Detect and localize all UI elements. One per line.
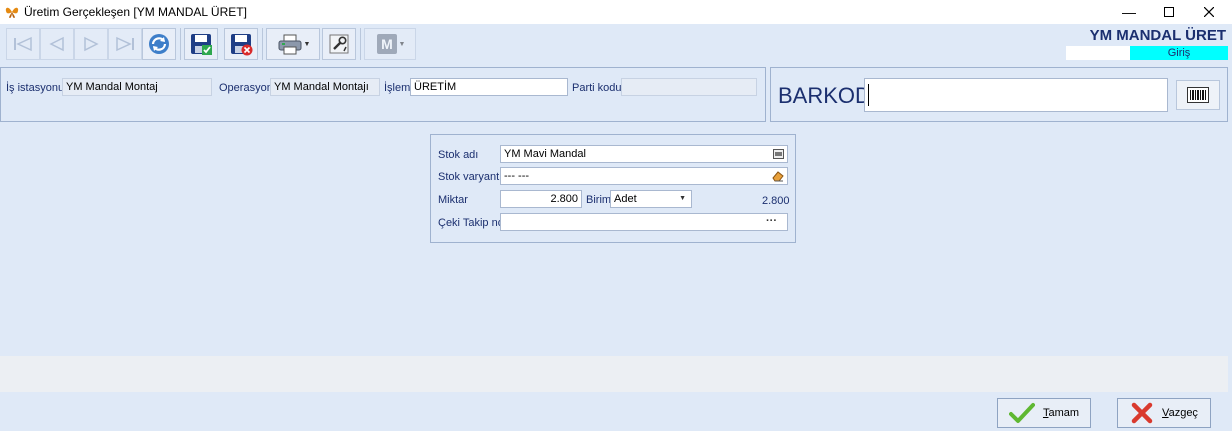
- next-icon: [84, 36, 99, 52]
- eraser-icon[interactable]: [772, 170, 784, 182]
- mode-label: Giriş: [1130, 46, 1228, 60]
- first-icon: [14, 36, 32, 52]
- stok-varyanti-value: --- ---: [504, 170, 530, 182]
- form-title: YM MANDAL ÜRET: [1089, 27, 1226, 44]
- print-icon: [278, 34, 302, 55]
- last-record-button[interactable]: [108, 28, 142, 60]
- stok-adi-field[interactable]: YM Mavi Mandal: [500, 145, 788, 163]
- settings-icon: [329, 34, 349, 54]
- stok-adi-value: YM Mavi Mandal: [504, 148, 586, 160]
- parti-kodu-field[interactable]: [621, 78, 757, 96]
- birim-select[interactable]: Adet ▼: [610, 190, 692, 208]
- chevron-down-icon: ▼: [679, 195, 686, 202]
- birim-label: Birim: [586, 194, 612, 206]
- window-title: Üretim Gerçekleşen [YM MANDAL ÜRET]: [24, 5, 247, 19]
- chevron-down-icon: ▼: [303, 40, 311, 48]
- barkod-label: BARKOD: [778, 83, 871, 108]
- ceki-takip-field[interactable]: ···: [500, 213, 788, 231]
- save-button[interactable]: [184, 28, 218, 60]
- miktar-total: 2.800: [762, 195, 790, 207]
- text-caret: [868, 84, 869, 106]
- last-icon: [116, 36, 134, 52]
- close-button[interactable]: [1186, 0, 1232, 24]
- ceki-takip-label: Çeki Takip no: [438, 217, 504, 229]
- cancel-button[interactable]: Vazgeç: [1117, 398, 1211, 428]
- refresh-button[interactable]: [142, 28, 176, 60]
- minimize-icon: —: [1122, 4, 1136, 20]
- barcode-button[interactable]: [1176, 80, 1220, 110]
- stok-varyanti-field[interactable]: --- ---: [500, 167, 788, 185]
- cancel-button-label: Vazgeç: [1162, 407, 1198, 419]
- settings-button[interactable]: [322, 28, 356, 60]
- butterfly-app-icon: [5, 7, 19, 18]
- islem-label: İşlem: [384, 82, 411, 94]
- ok-button-label: Tamam: [1042, 407, 1080, 419]
- next-record-button[interactable]: [74, 28, 108, 60]
- operasyon-label: Operasyon: [219, 82, 273, 94]
- refresh-icon: [149, 34, 169, 54]
- close-icon: [1204, 7, 1214, 17]
- first-record-button[interactable]: [6, 28, 40, 60]
- miktar-field[interactable]: 2.800: [500, 190, 582, 208]
- save-and-delete-button[interactable]: [224, 28, 258, 60]
- print-button[interactable]: ▼: [266, 28, 320, 60]
- barkod-input[interactable]: [864, 78, 1168, 112]
- check-icon: [1008, 403, 1035, 423]
- toolbar-separator: [180, 28, 181, 60]
- maximize-icon: [1164, 7, 1174, 17]
- save-icon: [191, 34, 212, 55]
- parti-kodu-label: Parti kodu: [572, 82, 622, 94]
- toolbar-separator: [360, 28, 361, 60]
- save-delete-icon: [231, 34, 253, 56]
- lookup-icon[interactable]: [773, 149, 784, 159]
- toolbar-separator: [262, 28, 263, 60]
- m-icon: M: [376, 34, 397, 54]
- stok-adi-label: Stok adı: [438, 149, 479, 161]
- islem-field[interactable]: ÜRETİM: [410, 78, 568, 96]
- mode-indicator: Giriş: [1066, 46, 1228, 60]
- svg-text:M: M: [381, 36, 393, 52]
- miktar-label: Miktar: [438, 194, 468, 206]
- status-strip: [0, 356, 1228, 392]
- stok-varyanti-label: Stok varyantı: [438, 171, 503, 183]
- ellipsis-button[interactable]: ···: [766, 214, 777, 229]
- ok-button[interactable]: Tamam: [997, 398, 1091, 428]
- previous-record-button[interactable]: [40, 28, 74, 60]
- is-istasyonu-label: İş istasyonu: [6, 82, 65, 94]
- barcode-icon: [1187, 87, 1209, 103]
- prev-icon: [49, 36, 64, 52]
- birim-value: Adet: [614, 193, 637, 205]
- x-icon: [1131, 402, 1153, 424]
- chevron-down-icon: ▼: [398, 40, 406, 48]
- m-menu-button[interactable]: M ▼: [364, 28, 416, 60]
- operasyon-field[interactable]: YM Mandal Montajı: [270, 78, 380, 96]
- is-istasyonu-field[interactable]: YM Mandal Montaj: [62, 78, 212, 96]
